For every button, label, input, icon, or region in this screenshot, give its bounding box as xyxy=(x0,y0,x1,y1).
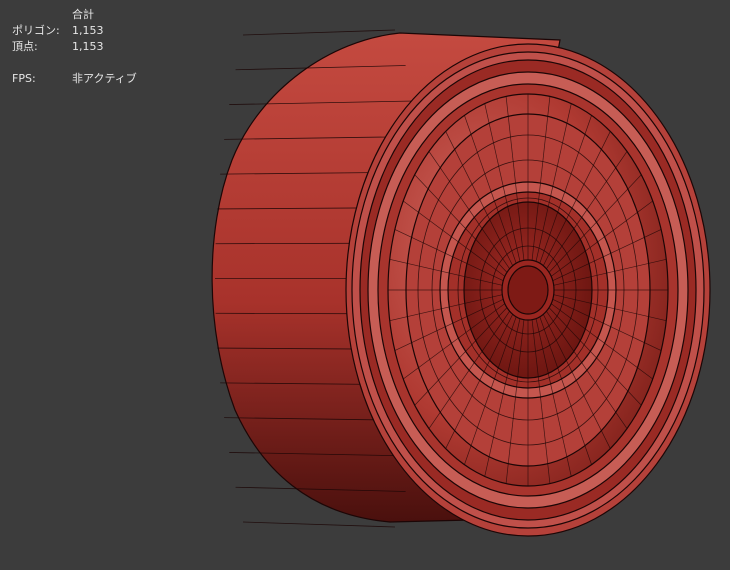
viewport-stats-overlay: 合計 ポリゴン: 1,153 頂点: 1,153 FPS: 非アクティブ xyxy=(12,7,137,87)
vertices-label: 頂点: xyxy=(12,40,38,53)
polygons-label: ポリゴン: xyxy=(12,24,60,37)
fps-value: 非アクティブ xyxy=(72,72,137,85)
polygons-value: 1,153 xyxy=(72,24,104,37)
stats-fps-row: FPS: 非アクティブ xyxy=(12,71,137,87)
stats-polygons-row: ポリゴン: 1,153 xyxy=(12,23,137,39)
vertices-value: 1,153 xyxy=(72,40,104,53)
fps-label: FPS: xyxy=(12,72,36,85)
stats-header: 合計 xyxy=(72,8,94,21)
3d-viewport[interactable]: 合計 ポリゴン: 1,153 頂点: 1,153 FPS: 非アクティブ xyxy=(0,0,730,570)
rim-face xyxy=(345,43,711,537)
stats-vertices-row: 頂点: 1,153 xyxy=(12,39,137,55)
